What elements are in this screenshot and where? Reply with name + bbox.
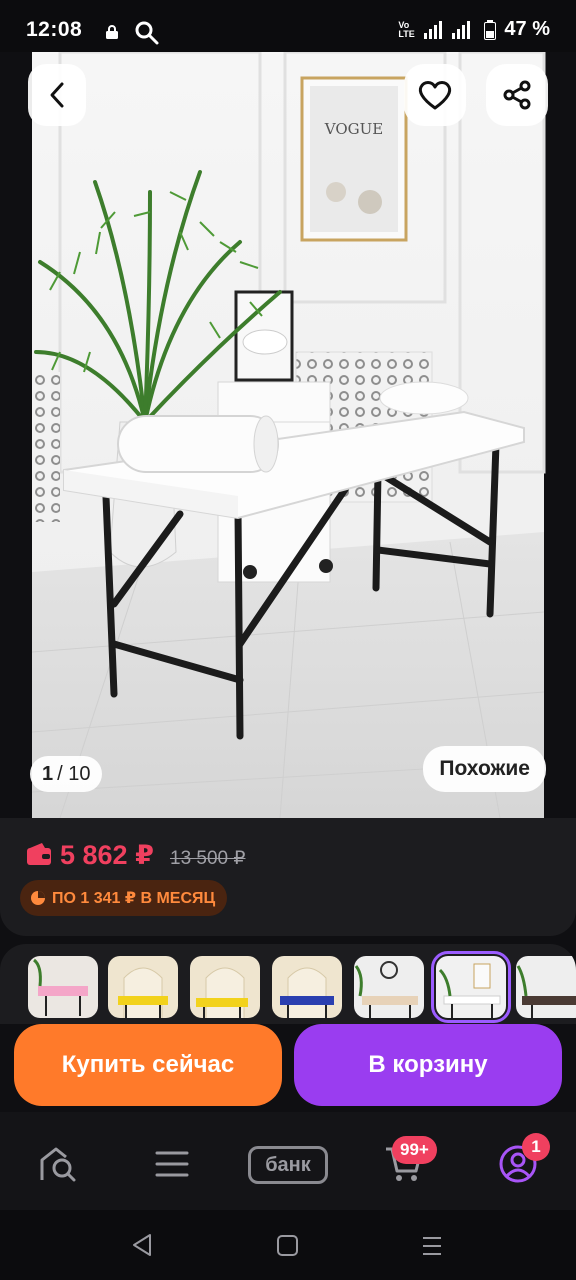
thumbnail-image xyxy=(354,961,418,1018)
system-navigation-bar xyxy=(0,1210,576,1280)
thumbnail[interactable] xyxy=(354,956,424,1018)
photo-counter-current: 1 xyxy=(42,762,54,785)
battery-icon xyxy=(484,19,497,40)
thumbnail-image xyxy=(516,965,576,1018)
thumbnail-image xyxy=(32,958,88,1016)
tab-bank[interactable]: банк xyxy=(248,1146,328,1184)
thumbnail-image xyxy=(438,963,501,1018)
thumbnail[interactable] xyxy=(272,956,342,1018)
volte-label: Vo LTE xyxy=(398,19,415,39)
mirror-text: VOGUE xyxy=(324,120,383,138)
add-to-cart-button[interactable]: В корзину xyxy=(294,1024,562,1106)
wallet-icon xyxy=(27,843,51,865)
photo-counter: 1 / 10 xyxy=(30,756,103,792)
battery-percent: 47 % xyxy=(504,18,550,40)
photo-counter-total: / 10 xyxy=(57,762,91,785)
nav-home-icon[interactable] xyxy=(276,1234,300,1258)
cart-badge: 99+ xyxy=(392,1136,437,1164)
buy-now-button[interactable]: Купить сейчас xyxy=(14,1024,282,1106)
thumbnail[interactable] xyxy=(28,956,98,1018)
tab-catalog[interactable] xyxy=(144,1138,200,1190)
thumbnail-image xyxy=(280,967,334,1018)
thumbnail[interactable] xyxy=(190,956,260,1018)
price-old: 13 500 ₽ xyxy=(170,848,246,869)
installment-badge[interactable]: ПО 1 341 ₽ В МЕСЯЦ xyxy=(20,880,228,916)
thumbnail-image xyxy=(118,967,168,1018)
thumbnail-image xyxy=(196,967,248,1018)
status-time: 12:08 xyxy=(26,18,83,41)
installment-icon xyxy=(31,891,45,905)
home-search-icon xyxy=(40,1147,76,1182)
thumbnail[interactable] xyxy=(516,956,576,1018)
thumbnail[interactable] xyxy=(108,956,178,1018)
nav-recents-icon[interactable] xyxy=(420,1234,444,1258)
share-button[interactable] xyxy=(486,64,548,126)
thumbnail-strip[interactable] xyxy=(0,944,576,1024)
back-button[interactable] xyxy=(28,64,86,126)
signal-icon xyxy=(424,20,471,39)
profile-badge: 1 xyxy=(522,1133,550,1161)
installment-text: ПО 1 341 ₽ В МЕСЯЦ xyxy=(52,890,216,907)
menu-icon xyxy=(155,1151,189,1177)
nav-back-icon[interactable] xyxy=(130,1232,154,1258)
share-icon xyxy=(503,80,531,110)
status-bar: 12:08 Vo LTE 47 % xyxy=(0,0,576,52)
favorite-button[interactable] xyxy=(404,64,466,126)
back-icon xyxy=(50,82,64,108)
lock-icon xyxy=(106,25,118,39)
product-photo[interactable]: VOGUE xyxy=(0,52,576,818)
price-current: 5 862 ₽ xyxy=(60,840,154,870)
price-card xyxy=(0,818,576,936)
product-image: VOGUE xyxy=(0,52,576,818)
tab-home[interactable] xyxy=(30,1138,86,1190)
heart-icon xyxy=(418,81,452,110)
search-icon xyxy=(135,21,159,45)
similar-button[interactable]: Похожие xyxy=(423,746,546,792)
thumbnail-selected[interactable] xyxy=(431,951,511,1023)
